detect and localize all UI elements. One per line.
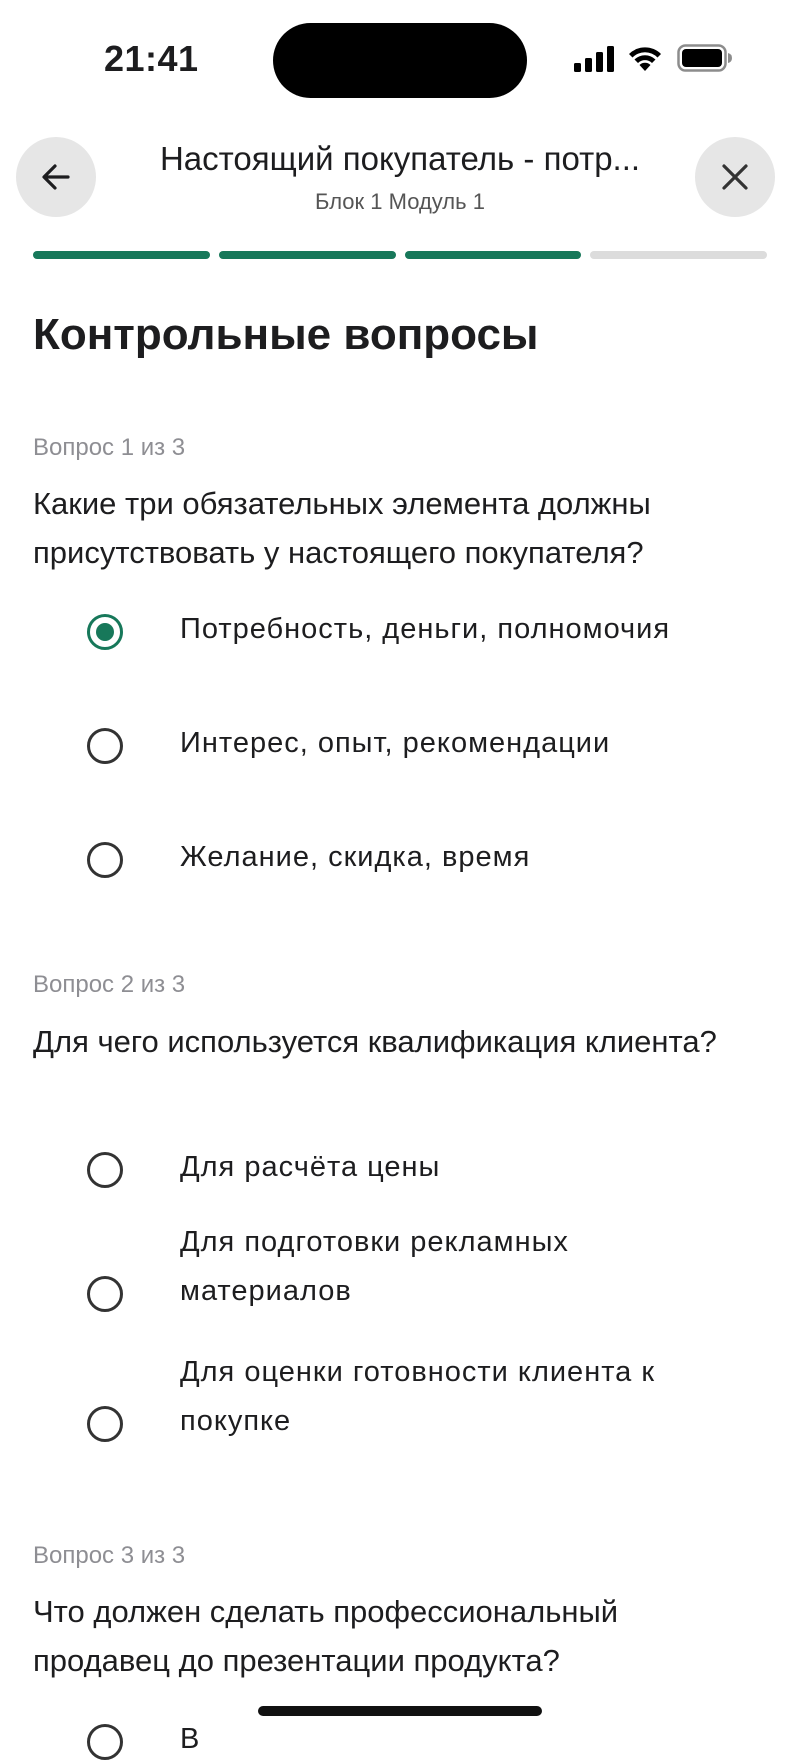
radio-button[interactable] <box>87 1724 123 1760</box>
status-time: 21:41 <box>104 38 199 79</box>
lesson-subtitle: Блок 1 Модуль 1 <box>315 189 485 214</box>
radio-button[interactable] <box>87 1276 123 1312</box>
close-icon <box>722 164 748 190</box>
wifi-icon <box>629 47 661 71</box>
question-2-text: Для чего используется квалификация клиен… <box>33 1024 717 1059</box>
battery-icon <box>677 44 732 72</box>
radio-button[interactable] <box>87 1406 123 1442</box>
answer-option-label: В <box>180 1723 201 1755</box>
radio-button[interactable] <box>87 728 123 764</box>
progress-segment <box>590 251 767 259</box>
close-button[interactable] <box>695 137 775 217</box>
home-indicator <box>258 1706 542 1716</box>
answer-option-label: Для подготовки рекламных материалов <box>180 1226 569 1307</box>
lesson-title: Настоящий покупатель - потр... <box>159 140 641 177</box>
question-3-text: Что должен сделать профессиональный прод… <box>33 1594 619 1678</box>
progress-segment <box>33 251 210 259</box>
radio-button[interactable] <box>87 842 123 878</box>
page-title: Контрольные вопросы <box>33 310 539 359</box>
lesson-progress-bar <box>33 251 767 259</box>
question-3-counter: Вопрос 3 из 3 <box>33 1542 186 1569</box>
question-1-counter: Вопрос 1 из 3 <box>33 434 186 461</box>
answer-option-label: Интерес, опыт, рекомендации <box>180 727 611 759</box>
progress-segment <box>404 251 582 259</box>
question-2-counter: Вопрос 2 из 3 <box>33 971 186 998</box>
radio-button[interactable] <box>87 1152 123 1188</box>
answer-option-label: Потребность, деньги, полномочия <box>180 613 671 645</box>
progress-segment <box>218 251 396 259</box>
answer-option-label: Для расчёта цены <box>180 1151 441 1183</box>
answer-option-label: Желание, скидка, время <box>180 841 531 873</box>
radio-button[interactable] <box>87 614 123 650</box>
answer-option-label: Для оценки готовности клиента к покупке <box>180 1356 656 1437</box>
question-1-text: Какие три обязательных элемента должны п… <box>33 486 651 570</box>
arrow-left-icon <box>42 164 70 190</box>
dynamic-island <box>273 23 527 98</box>
back-button[interactable] <box>16 137 96 217</box>
cellular-signal-icon <box>574 46 614 72</box>
